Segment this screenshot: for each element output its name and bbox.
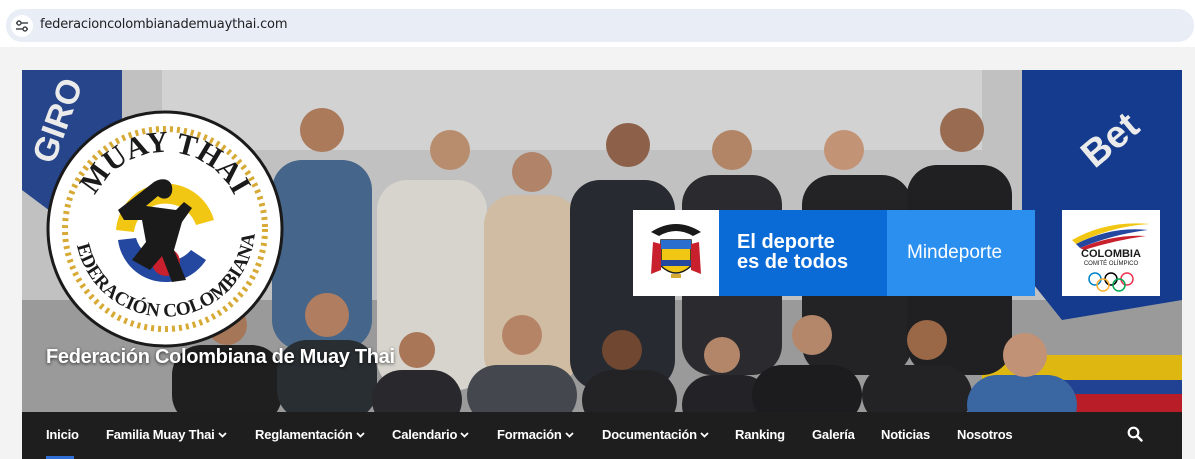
nav-item-formacion[interactable]: Formación	[497, 427, 574, 442]
ministry-name: Mindeporte	[907, 242, 1003, 263]
olympic-committee-logo[interactable]: COLOMBIA COMITÉ OLÍMPICO	[1062, 210, 1160, 296]
nav-label: Noticias	[881, 427, 930, 442]
nav-label: Reglamentación	[255, 427, 353, 442]
chevron-down-icon	[355, 432, 365, 438]
nav-label: Inicio	[46, 427, 79, 442]
url-text[interactable]: federacioncolombianademuaythai.com	[40, 17, 287, 32]
nav-item-noticias[interactable]: Noticias	[881, 427, 930, 442]
olympic-stripes-icon	[1072, 223, 1150, 250]
federation-logo[interactable]: MUAY THAI FEDERACIÓN COLOMBIANA	[46, 110, 284, 348]
olympic-rings-icon	[1088, 272, 1134, 292]
nav-item-reglamentacion[interactable]: Reglamentación	[255, 427, 365, 442]
colombia-coat-of-arms-icon	[633, 210, 719, 296]
chevron-down-icon	[460, 432, 469, 438]
chevron-down-icon	[217, 432, 227, 438]
tune-icon[interactable]	[11, 15, 33, 37]
nav-label: Nosotros	[957, 427, 1013, 442]
main-navigation: Inicio Familia Muay Thai Reglamentación …	[22, 412, 1182, 459]
browser-toolbar: federacioncolombianademuaythai.com	[0, 0, 1195, 47]
slogan-line-1: El deporte	[737, 231, 835, 253]
nav-label: Galería	[812, 427, 855, 442]
nav-item-familia-muay-thai[interactable]: Familia Muay Thai	[106, 427, 227, 442]
olympic-subtitle: COMITÉ OLÍMPICO	[1083, 261, 1139, 267]
nav-label: Familia Muay Thai	[106, 427, 215, 442]
ministry-slogan: El deporte es de todos	[737, 232, 848, 272]
nav-item-inicio[interactable]: Inicio	[46, 427, 79, 442]
hero-header: GIRO Bet	[22, 70, 1182, 412]
chevron-down-icon	[565, 432, 574, 438]
slogan-line-2: es de todos	[737, 251, 849, 273]
nav-label: Ranking	[735, 427, 785, 442]
nav-item-ranking[interactable]: Ranking	[735, 427, 785, 442]
olympic-title: COLOMBIA	[1081, 248, 1141, 260]
nav-label: Calendario	[392, 427, 458, 442]
address-bar[interactable]: federacioncolombianademuaythai.com	[6, 9, 1194, 42]
chevron-down-icon	[700, 432, 709, 438]
nav-item-nosotros[interactable]: Nosotros	[957, 427, 1013, 442]
nav-item-galeria[interactable]: Galería	[812, 427, 855, 442]
search-icon[interactable]	[1127, 426, 1143, 442]
mindeporte-banner[interactable]: El deporte es de todos Mindeporte	[633, 210, 1035, 296]
nav-item-calendario[interactable]: Calendario	[392, 427, 469, 442]
nav-item-documentacion[interactable]: Documentación	[602, 427, 709, 442]
site-title[interactable]: Federación Colombiana de Muay Thai	[46, 346, 395, 369]
nav-label: Formación	[497, 427, 562, 442]
nav-label: Documentación	[602, 427, 697, 442]
page-content: GIRO Bet	[0, 47, 1195, 459]
